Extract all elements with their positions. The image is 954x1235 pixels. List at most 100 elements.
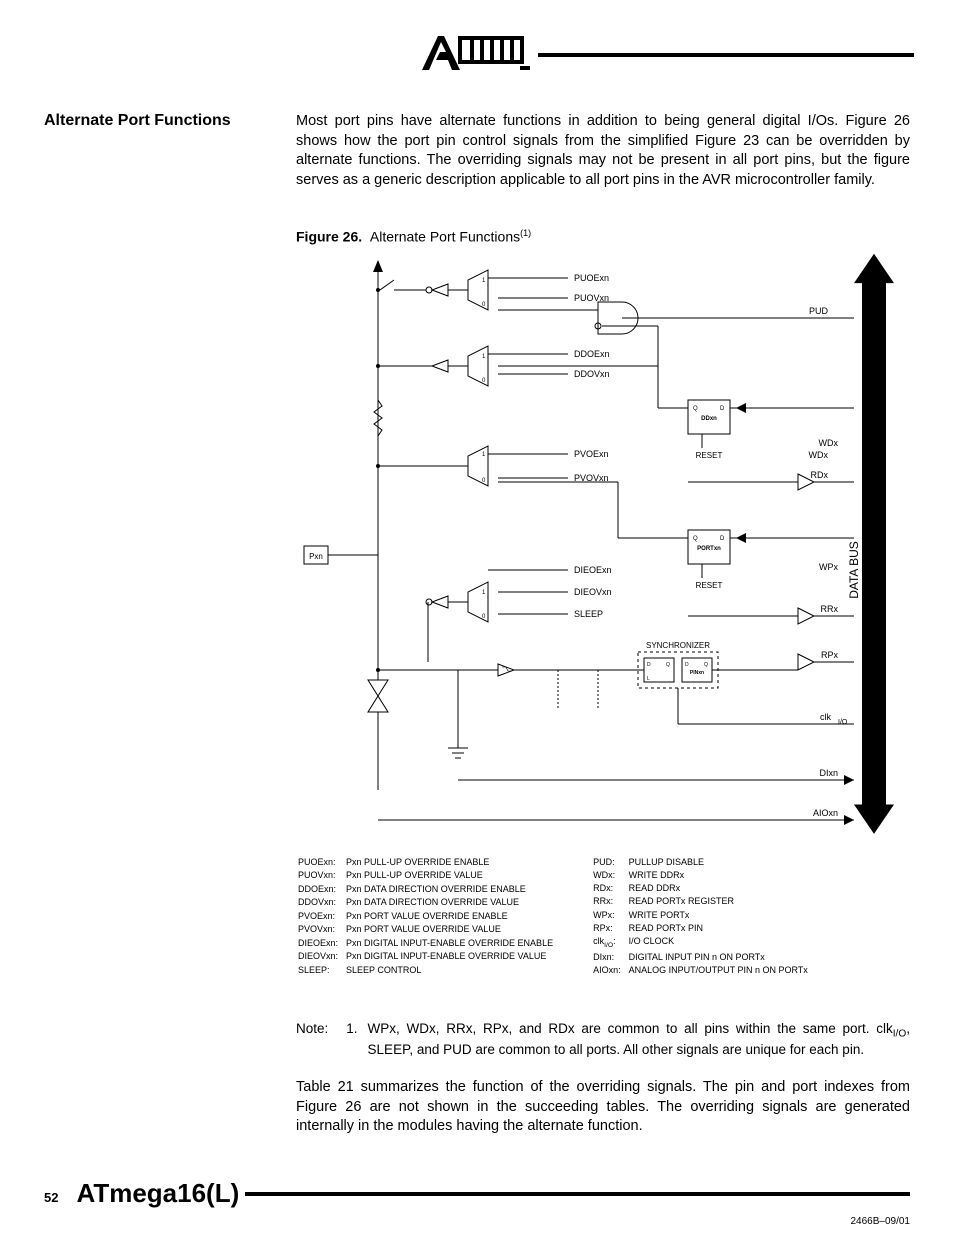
figure-note: Note: 1. WPx, WDx, RRx, RPx, and RDx are… (296, 1020, 910, 1060)
legend-val: DIGITAL INPUT PIN n ON PORTx (629, 951, 808, 963)
legend-key: PUOVxn: (298, 869, 338, 881)
summary-paragraph: Table 21 summarizes the function of the … (296, 1078, 910, 1137)
legend-val: SLEEP CONTROL (346, 964, 553, 976)
svg-text:0: 0 (482, 302, 486, 308)
legend-val: Pxn PORT VALUE OVERRIDE ENABLE (346, 910, 553, 922)
product-name: ATmega16(L) (76, 1178, 239, 1209)
svg-text:RPx: RPx (821, 650, 839, 660)
legend-val: Pxn DIGITAL INPUT-ENABLE OVERRIDE ENABLE (346, 937, 553, 949)
legend-val: Pxn PORT VALUE OVERRIDE VALUE (346, 923, 553, 935)
svg-text:DDxn: DDxn (701, 416, 717, 422)
figure-title: Alternate Port Functions (370, 229, 520, 245)
page: Alternate Port Functions Most port pins … (0, 0, 954, 1235)
legend-val: ANALOG INPUT/OUTPUT PIN n ON PORTx (629, 964, 808, 976)
figure-26: DATA BUS Pxn PUOExn (298, 250, 918, 990)
svg-text:RRx: RRx (821, 604, 839, 614)
svg-text:Q: Q (693, 536, 698, 542)
note-label: Note: (296, 1020, 328, 1060)
legend-key: PUD: (593, 856, 621, 868)
legend-val: Pxn PULL-UP OVERRIDE ENABLE (346, 856, 553, 868)
legend-key: DDOExn: (298, 883, 338, 895)
svg-text:PINxn: PINxn (690, 670, 704, 676)
svg-text:D: D (720, 536, 725, 542)
legend-col-right: PUD: PULLUP DISABLE WDx: WRITE DDRx RDx: RE… (593, 856, 808, 976)
note-text: WPx, WDx, RRx, RPx, and RDx are common t… (368, 1020, 910, 1060)
legend-key: PUOExn: (298, 856, 338, 868)
svg-text:RESET: RESET (696, 451, 723, 460)
legend-key: AIOxn: (593, 964, 621, 976)
svg-text:AIOxn: AIOxn (813, 808, 838, 818)
legend-key: RDx: (593, 882, 621, 894)
section-heading: Alternate Port Functions (44, 112, 231, 130)
footer-rule (245, 1192, 910, 1196)
svg-text:RESET: RESET (696, 581, 723, 590)
svg-text:RDx: RDx (811, 470, 829, 480)
legend-val: Pxn PULL-UP OVERRIDE VALUE (346, 869, 553, 881)
svg-text:1: 1 (482, 452, 486, 458)
legend-key: DIEOVxn: (298, 950, 338, 962)
legend-val: I/O CLOCK (629, 935, 808, 950)
svg-text:1: 1 (482, 354, 486, 360)
legend-key: DDOVxn: (298, 896, 338, 908)
legend-key: PVOExn: (298, 910, 338, 922)
legend-val: PULLUP DISABLE (629, 856, 808, 868)
legend-val: WRITE PORTx (629, 909, 808, 921)
schematic-svg: DATA BUS Pxn PUOExn (298, 250, 918, 850)
svg-text:WDx: WDx (809, 450, 829, 460)
header-rule (538, 53, 914, 57)
legend-key: SLEEP: (298, 964, 338, 976)
legend-col-left: PUOExn: Pxn PULL-UP OVERRIDE ENABLE PUOVx… (298, 856, 553, 976)
svg-text:Q: Q (693, 406, 698, 412)
legend-key: RPx: (593, 922, 621, 934)
document-id: 2466B–09/01 (850, 1216, 910, 1227)
svg-text:SLEEP: SLEEP (574, 609, 603, 619)
svg-text:1: 1 (482, 278, 486, 284)
svg-text:0: 0 (482, 614, 486, 620)
intro-paragraph: Most port pins have alternate functions … (296, 112, 910, 190)
svg-text:WPx: WPx (819, 562, 838, 572)
legend-key: WPx: (593, 909, 621, 921)
figure-note-ref: (1) (520, 228, 531, 238)
svg-text:DATA BUS: DATA BUS (847, 541, 861, 599)
figure-legend: PUOExn: Pxn PULL-UP OVERRIDE ENABLE PUOVx… (298, 856, 918, 976)
legend-val: Pxn DIGITAL INPUT-ENABLE OVERRIDE VALUE (346, 950, 553, 962)
page-number: 52 (44, 1190, 58, 1205)
legend-val: READ PORTx PIN (629, 922, 808, 934)
svg-text:PUD: PUD (809, 306, 829, 316)
legend-key: WDx: (593, 869, 621, 881)
legend-val: READ PORTx REGISTER (629, 895, 808, 907)
svg-text:0: 0 (482, 378, 486, 384)
svg-text:clk: clk (820, 712, 831, 722)
svg-text:WDx: WDx (819, 438, 839, 448)
legend-key: RRx: (593, 895, 621, 907)
svg-text:1: 1 (482, 590, 486, 596)
figure-label: Figure 26. (296, 229, 362, 245)
svg-text:DIEOExn: DIEOExn (574, 565, 612, 575)
legend-val: READ DDRx (629, 882, 808, 894)
legend-val: WRITE DDRx (629, 869, 808, 881)
svg-text:Q: Q (704, 662, 708, 668)
legend-val: Pxn DATA DIRECTION OVERRIDE VALUE (346, 896, 553, 908)
atmel-logo (420, 32, 530, 77)
page-footer: 52 ATmega16(L) (44, 1178, 910, 1209)
legend-key: PVOVxn: (298, 923, 338, 935)
svg-text:SYNCHRONIZER: SYNCHRONIZER (646, 641, 710, 650)
svg-text:L: L (647, 676, 650, 682)
legend-key: clkI/O: (593, 935, 621, 950)
legend-val: Pxn DATA DIRECTION OVERRIDE ENABLE (346, 883, 553, 895)
header-bar (420, 32, 914, 77)
svg-text:I/O: I/O (838, 719, 848, 726)
svg-text:D: D (720, 406, 725, 412)
svg-text:Pxn: Pxn (309, 552, 323, 561)
legend-key: DIxn: (593, 951, 621, 963)
svg-text:0: 0 (482, 478, 486, 484)
figure-caption: Figure 26. Alternate Port Functions(1) (296, 228, 531, 245)
note-number: 1. (346, 1020, 357, 1060)
svg-text:DDOExn: DDOExn (574, 349, 610, 359)
svg-text:PVOExn: PVOExn (574, 449, 609, 459)
svg-text:PUOExn: PUOExn (574, 273, 609, 283)
svg-text:DIxn: DIxn (819, 768, 838, 778)
svg-text:DIEOVxn: DIEOVxn (574, 587, 612, 597)
legend-key: DIEOExn: (298, 937, 338, 949)
svg-text:D: D (685, 662, 689, 668)
